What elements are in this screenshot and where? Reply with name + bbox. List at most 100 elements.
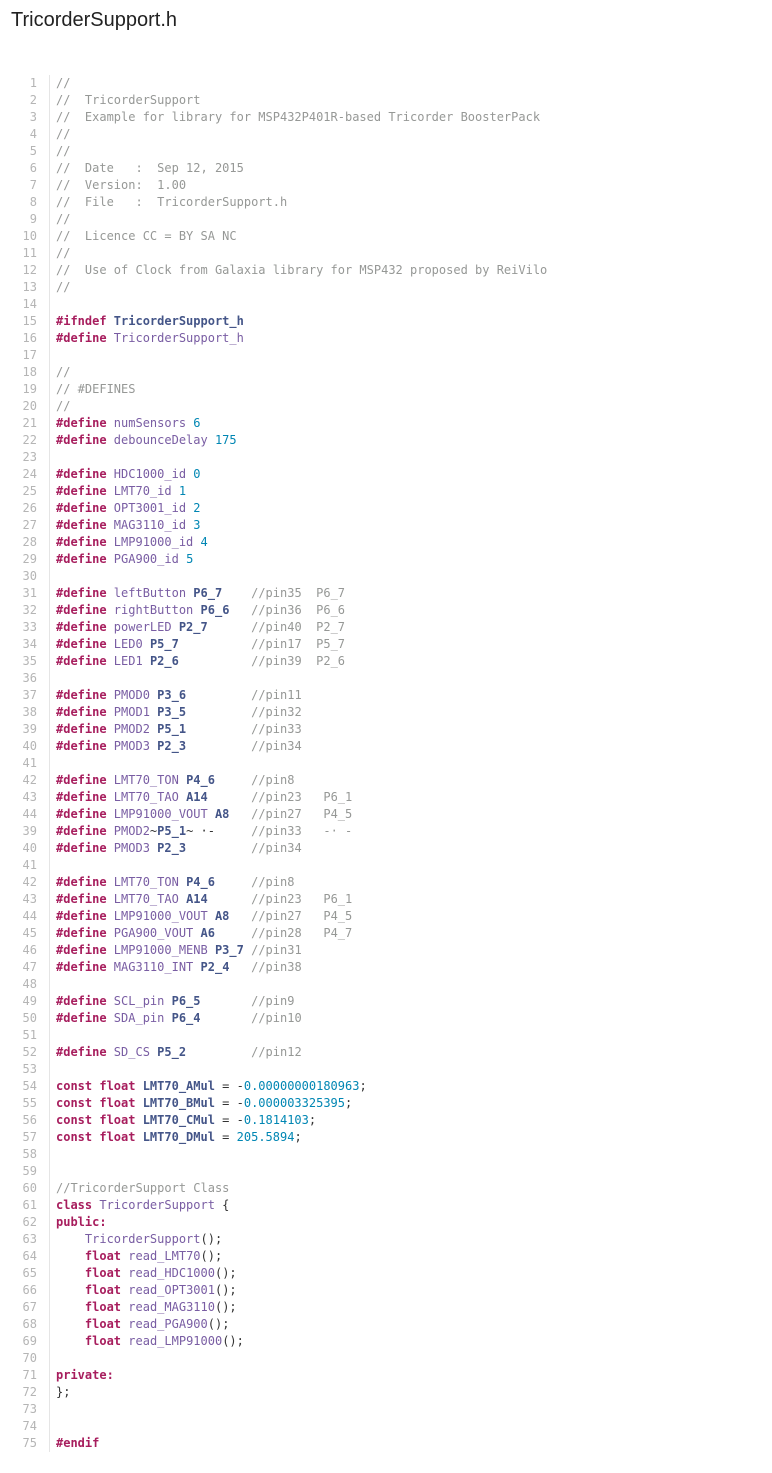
- code-token: ;: [309, 1113, 316, 1127]
- code-token: ;: [359, 1079, 366, 1093]
- code-token: A8: [215, 807, 229, 821]
- line-number: 55: [0, 1095, 50, 1112]
- code-text: [50, 296, 56, 313]
- code-line: 10// Licence CC = BY SA NC: [0, 228, 772, 245]
- code-token: #define: [56, 586, 114, 600]
- code-token: const float: [56, 1079, 143, 1093]
- code-token: #define: [56, 909, 114, 923]
- code-line: 22#define debounceDelay 175: [0, 432, 772, 449]
- code-text: #define LMT70_TON P4_6 //pin8: [50, 874, 294, 891]
- line-number: 59: [0, 1163, 50, 1180]
- code-text: #define LED0 P5_7 //pin17 P5_7: [50, 636, 345, 653]
- code-token: P2_7: [179, 620, 208, 634]
- code-token: #define: [56, 705, 114, 719]
- code-token: //pin34: [251, 739, 302, 753]
- line-number: 74: [0, 1418, 50, 1435]
- line-number: 28: [0, 534, 50, 551]
- code-token: ;: [345, 1096, 352, 1110]
- code-token: P2_4: [201, 960, 230, 974]
- code-line: 74: [0, 1418, 772, 1435]
- code-token: 2: [193, 501, 200, 515]
- code-line: 13//: [0, 279, 772, 296]
- code-text: [50, 1401, 56, 1418]
- code-token: #define: [56, 654, 114, 668]
- code-token: [56, 1283, 85, 1297]
- code-token: leftButton: [114, 586, 186, 600]
- code-token: float: [85, 1334, 121, 1348]
- code-text: #define TricorderSupport_h: [50, 330, 244, 347]
- code-token: #define: [56, 535, 114, 549]
- code-line: 63 TricorderSupport();: [0, 1231, 772, 1248]
- code-token: ();: [201, 1249, 223, 1263]
- line-number: 48: [0, 976, 50, 993]
- code-text: // Date : Sep 12, 2015: [50, 160, 244, 177]
- code-token: LMT70_TAO: [114, 790, 179, 804]
- code-token: P2_6: [150, 654, 179, 668]
- code-text: [50, 1418, 56, 1435]
- code-token: P3_6: [157, 688, 186, 702]
- code-token: const float: [56, 1096, 143, 1110]
- line-number: 43: [0, 789, 50, 806]
- code-text: #define OPT3001_id 2: [50, 500, 201, 517]
- code-token: 6: [193, 416, 200, 430]
- code-token: //pin33 -· -: [251, 824, 352, 838]
- code-token: [201, 1011, 252, 1025]
- code-token: [215, 773, 251, 787]
- line-number: 56: [0, 1112, 50, 1129]
- line-number: 41: [0, 755, 50, 772]
- code-line: 16#define TricorderSupport_h: [0, 330, 772, 347]
- code-token: TricorderSupport: [99, 1198, 215, 1212]
- code-token: 4: [201, 535, 208, 549]
- code-token: //pin38: [251, 960, 302, 974]
- code-line: 17: [0, 347, 772, 364]
- code-line: 3// Example for library for MSP432P401R-…: [0, 109, 772, 126]
- code-token: OPT3001_id: [114, 501, 186, 515]
- code-token: HDC1000_id: [114, 467, 186, 481]
- code-text: const float LMT70_CMul = -0.1814103;: [50, 1112, 316, 1129]
- line-number: 49: [0, 993, 50, 1010]
- code-text: //: [50, 126, 70, 143]
- code-token: [222, 586, 251, 600]
- code-line: 27#define MAG3110_id 3: [0, 517, 772, 534]
- code-token: LMT70_id: [114, 484, 172, 498]
- code-token: // Version: 1.00: [56, 178, 186, 192]
- code-token: //pin17 P5_7: [251, 637, 345, 651]
- code-token: float: [85, 1300, 121, 1314]
- code-line: 36: [0, 670, 772, 687]
- code-line: 29#define PGA900_id 5: [0, 551, 772, 568]
- line-number: 36: [0, 670, 50, 687]
- code-text: #define numSensors 6: [50, 415, 201, 432]
- line-number: 9: [0, 211, 50, 228]
- code-text: #ifndef TricorderSupport_h: [50, 313, 244, 330]
- code-text: };: [50, 1384, 70, 1401]
- line-number: 35: [0, 653, 50, 670]
- code-token: P2_3: [157, 841, 186, 855]
- code-token: #define: [56, 960, 114, 974]
- line-number: 4: [0, 126, 50, 143]
- code-token: #ifndef: [56, 314, 114, 328]
- code-token: =: [215, 1130, 237, 1144]
- code-token: 1: [179, 484, 186, 498]
- code-line: 42#define LMT70_TON P4_6 //pin8: [0, 772, 772, 789]
- code-viewer: 1 // 2 // TricorderSupport 3// Example for l…: [0, 75, 772, 1452]
- code-token: #define: [56, 739, 114, 753]
- line-number: 51: [0, 1027, 50, 1044]
- code-token: #define: [56, 841, 114, 855]
- code-line: 65 float read_HDC1000();: [0, 1265, 772, 1282]
- code-token: = -: [215, 1096, 244, 1110]
- code-token: [201, 994, 252, 1008]
- code-line: 62public:: [0, 1214, 772, 1231]
- code-line: 54const float LMT70_AMul = -0.0000000018…: [0, 1078, 772, 1095]
- code-line: 64 float read_LMT70();: [0, 1248, 772, 1265]
- code-token: [179, 790, 186, 804]
- line-number: 3: [0, 109, 50, 126]
- line-number: 63: [0, 1231, 50, 1248]
- code-token: // Use of Clock from Galaxia library for…: [56, 263, 547, 277]
- code-text: #define LED1 P2_6 //pin39 P2_6: [50, 653, 345, 670]
- code-line: 51: [0, 1027, 772, 1044]
- line-number: 45: [0, 925, 50, 942]
- code-line: 28#define LMP91000_id 4: [0, 534, 772, 551]
- code-text: //: [50, 398, 70, 415]
- code-token: #define: [56, 552, 114, 566]
- code-token: P5_2: [157, 1045, 186, 1059]
